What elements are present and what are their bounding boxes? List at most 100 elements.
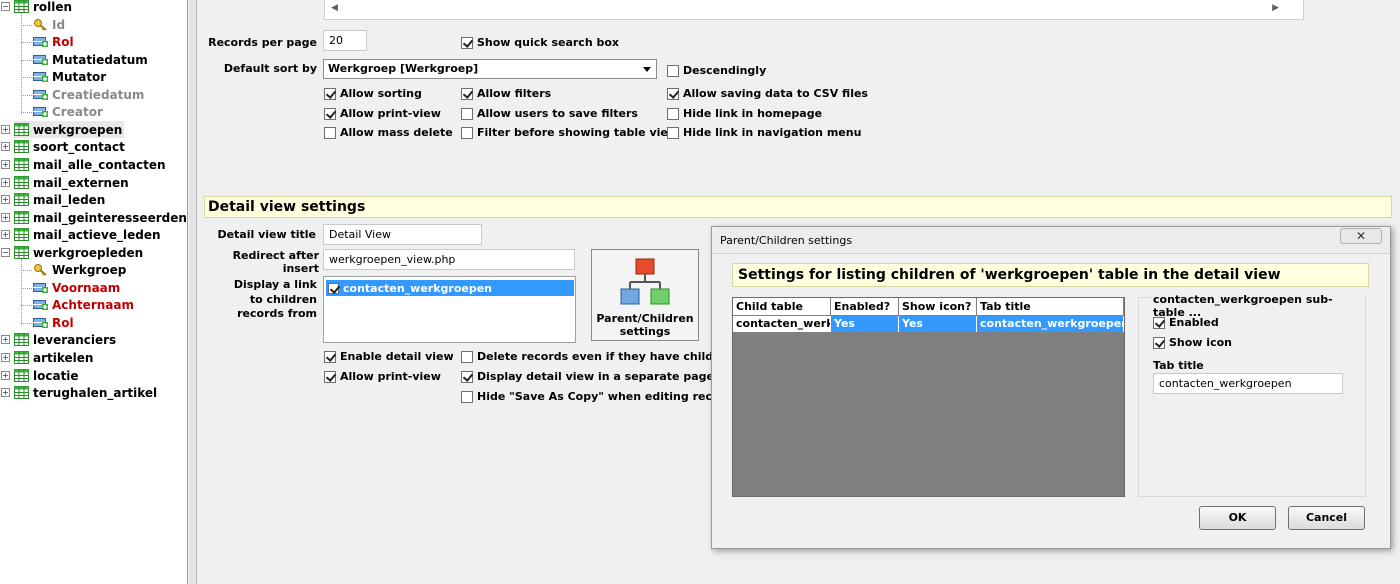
scroll-left-icon[interactable]: ◀: [331, 3, 338, 13]
option-checkbox[interactable]: Allow print-view: [324, 107, 441, 120]
table-icon: [14, 228, 29, 241]
grid-header-child-table[interactable]: Child table: [733, 298, 831, 316]
checkbox-label: Allow users to save filters: [477, 107, 638, 120]
default-sort-select[interactable]: Werkgroep [Werkgroep]: [323, 59, 657, 79]
grid-cell-enabled[interactable]: Yes: [831, 316, 899, 332]
tree-table-node[interactable]: mail_externen: [14, 174, 129, 191]
expand-icon[interactable]: +: [1, 213, 10, 222]
expand-icon[interactable]: +: [1, 230, 10, 239]
tree-field-node[interactable]: Rol: [33, 314, 74, 331]
option-checkbox[interactable]: Enable detail view: [324, 350, 454, 363]
tab-title-input[interactable]: contacten_werkgroepen: [1153, 373, 1343, 394]
children-records-listbox[interactable]: contacten_werkgroepen: [323, 276, 576, 343]
project-tree[interactable]: rollen − Id Rol Mutatiedatum Mutator Creatieda…: [0, 0, 188, 584]
tree-table-node[interactable]: terughalen_artikel: [14, 384, 157, 401]
grid-header-show-icon[interactable]: Show icon?: [899, 298, 977, 316]
option-checkbox[interactable]: Filter before showing table view: [461, 126, 678, 139]
collapse-icon[interactable]: −: [1, 248, 10, 257]
option-checkbox[interactable]: Hide link in navigation menu: [667, 126, 861, 139]
checkbox-box: [667, 107, 679, 120]
tree-table-node[interactable]: mail_actieve_leden: [14, 226, 161, 243]
panel-splitter[interactable]: [189, 0, 197, 584]
tree-table-node[interactable]: mail_geinteresseerden: [14, 209, 187, 226]
option-checkbox[interactable]: Display detail view in a separate page: [461, 370, 714, 383]
parent-children-settings-button[interactable]: Parent/Children settings: [591, 249, 699, 341]
tree-field-node[interactable]: Mutator: [33, 68, 106, 85]
tree-table-node[interactable]: rollen: [14, 0, 72, 15]
tree-table-node[interactable]: soort_contact: [14, 138, 125, 155]
ok-button[interactable]: OK: [1199, 506, 1276, 530]
tree-node-label: Achternaam: [52, 297, 134, 312]
option-checkbox[interactable]: Allow users to save filters: [461, 107, 638, 120]
option-checkbox[interactable]: Hide link in homepage: [667, 107, 822, 120]
detail-view-title-input[interactable]: Detail View: [323, 224, 482, 245]
tree-field-node[interactable]: Creatiedatum: [33, 86, 144, 103]
expand-icon[interactable]: +: [1, 371, 10, 380]
checkbox-box: [667, 87, 679, 100]
option-checkbox[interactable]: Allow mass delete: [324, 126, 453, 139]
tree-field-node[interactable]: Voornaam: [33, 279, 120, 296]
option-checkbox[interactable]: Allow filters: [461, 87, 551, 100]
show-quick-search-checkbox[interactable]: Show quick search box: [461, 36, 619, 49]
show-icon-checkbox[interactable]: Show icon: [1153, 336, 1232, 349]
dialog-titlebar[interactable]: Parent/Children settings ✕: [712, 227, 1390, 254]
descendingly-checkbox[interactable]: Descendingly: [667, 64, 766, 77]
children-item-checkbox[interactable]: [328, 282, 343, 294]
checkbox-box: [324, 370, 336, 383]
field-icon: [33, 316, 48, 329]
tree-field-node[interactable]: Rol: [33, 33, 74, 50]
grid-cell-show-icon[interactable]: Yes: [899, 316, 977, 332]
expand-icon[interactable]: +: [1, 195, 10, 204]
expand-icon[interactable]: +: [1, 335, 10, 344]
grid-header-tab-title[interactable]: Tab title: [977, 298, 1124, 316]
grid-cell-tab-title[interactable]: contacten_werkgroepen: [977, 316, 1124, 332]
grid-cell-child-table[interactable]: contacten_werkgroepen: [733, 316, 831, 332]
expand-icon[interactable]: +: [1, 125, 10, 134]
option-checkbox[interactable]: Allow print-view: [324, 370, 441, 383]
field-icon: [33, 298, 48, 311]
tree-field-node[interactable]: Achternaam: [33, 296, 134, 313]
tree-table-node[interactable]: leveranciers: [14, 331, 116, 348]
option-checkbox[interactable]: Hide "Save As Copy" when editing records: [461, 390, 739, 403]
children-grid[interactable]: Child table Enabled? Show icon? Tab titl…: [732, 297, 1125, 497]
tree-table-node[interactable]: locatie: [14, 367, 79, 384]
records-per-page-input[interactable]: 20: [323, 30, 367, 51]
tree-table-node[interactable]: artikelen: [14, 349, 93, 366]
checkbox-label: Show icon: [1169, 336, 1232, 349]
tree-table-node[interactable]: mail_leden: [14, 191, 105, 208]
tree-connector: [21, 323, 32, 324]
tree-table-node[interactable]: mail_alle_contacten: [14, 156, 166, 173]
cancel-button[interactable]: Cancel: [1288, 506, 1365, 530]
option-checkbox[interactable]: Allow saving data to CSV files: [667, 87, 868, 100]
collapse-icon[interactable]: −: [1, 2, 10, 11]
default-sort-label: Default sort by: [223, 62, 317, 75]
tree-field-node[interactable]: Werkgroep: [33, 261, 126, 278]
tree-field-node[interactable]: Creator: [33, 103, 103, 120]
tree-node-label: Creatiedatum: [52, 87, 145, 102]
tree-field-node[interactable]: Mutatiedatum: [33, 51, 148, 68]
expand-icon[interactable]: +: [1, 353, 10, 362]
expand-icon[interactable]: +: [1, 160, 10, 169]
horizontal-scrollbar[interactable]: ◀ ▶: [324, 0, 1304, 20]
option-checkbox[interactable]: Delete records even if they have childre…: [461, 350, 751, 363]
tree-table-node[interactable]: werkgroepleden: [14, 244, 143, 261]
tree-node-label: mail_alle_contacten: [33, 157, 166, 172]
children-list-item[interactable]: contacten_werkgroepen: [326, 280, 574, 296]
expand-icon[interactable]: +: [1, 388, 10, 397]
expand-icon[interactable]: +: [1, 142, 10, 151]
table-icon: [14, 123, 29, 136]
detail-view-section-title: Detail view settings: [204, 196, 1392, 218]
tree-field-node[interactable]: Id: [33, 16, 65, 33]
tree-node-label: soort_contact: [33, 139, 125, 154]
tree-table-node[interactable]: werkgroepen: [14, 121, 125, 138]
grid-header-enabled[interactable]: Enabled?: [831, 298, 899, 316]
tree-connector: [21, 95, 32, 96]
enabled-checkbox[interactable]: Enabled: [1153, 316, 1219, 329]
scroll-right-icon[interactable]: ▶: [1272, 3, 1279, 13]
redirect-after-insert-input[interactable]: werkgroepen_view.php: [323, 249, 575, 270]
expand-icon[interactable]: +: [1, 178, 10, 187]
checkbox-box: [324, 87, 336, 100]
option-checkbox[interactable]: Allow sorting: [324, 87, 422, 100]
close-button[interactable]: ✕: [1340, 228, 1382, 244]
checkbox-label: Descendingly: [683, 64, 767, 77]
